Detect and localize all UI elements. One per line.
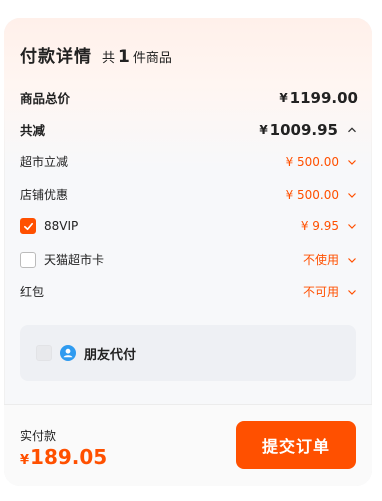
tmall-card-label: 天猫超市卡	[44, 253, 105, 267]
payment-footer: 实付款 ¥189.05 提交订单	[4, 404, 372, 486]
store-discount-row[interactable]: 店铺优惠 ¥ 500.00	[20, 186, 358, 203]
tmall-card-row[interactable]: 天猫超市卡 不使用	[20, 251, 358, 268]
red-packet-value: 不可用	[303, 283, 358, 300]
red-packet-row[interactable]: 红包 不可用	[20, 283, 358, 300]
vip-discount-row[interactable]: 88VIP ¥ 9.95	[20, 218, 358, 234]
chevron-up-icon[interactable]	[346, 124, 358, 136]
discount-total-value: ¥1009.95	[259, 121, 358, 139]
red-packet-status: 不可用	[302, 285, 339, 299]
supermarket-discount-value: ¥ 500.00	[286, 155, 358, 169]
submit-order-button[interactable]: 提交订单	[236, 421, 356, 469]
total-price-currency: ¥	[279, 90, 288, 105]
paid-amount-value: 189.05	[30, 445, 108, 469]
friend-pay-icon	[60, 345, 76, 361]
vip-discount-left: 88VIP	[20, 218, 78, 234]
supermarket-discount-amount: ¥ 500.00	[285, 154, 339, 169]
tmall-card-value: 不使用	[303, 251, 358, 268]
chevron-down-icon[interactable]	[346, 286, 358, 298]
friend-pay-option[interactable]: 朋友代付	[20, 325, 356, 381]
supermarket-discount-row[interactable]: 超市立减 ¥ 500.00	[20, 153, 358, 170]
total-price-amount: 1199.00	[289, 88, 358, 107]
item-count-suffix: 件商品	[132, 51, 172, 66]
chevron-down-icon[interactable]	[346, 220, 358, 232]
vip-discount-amount: ¥ 9.95	[300, 219, 339, 233]
item-count-value: 1	[118, 47, 130, 67]
red-packet-label: 红包	[20, 285, 45, 299]
discount-total-amount: 1009.95	[269, 120, 338, 139]
store-discount-amount: ¥ 500.00	[285, 187, 339, 202]
tmall-card-left: 天猫超市卡	[20, 251, 104, 268]
tmall-card-checkbox[interactable]	[20, 251, 36, 268]
check-icon	[23, 222, 33, 230]
friend-pay-checkbox[interactable]	[36, 345, 52, 361]
payment-details-panel: 付款详情 共 1 件商品 商品总价 ¥1199.00 共减 ¥1009.95 超市立…	[4, 18, 372, 486]
tmall-card-status: 不使用	[302, 253, 339, 267]
friend-pay-label: 朋友代付	[84, 347, 137, 363]
discount-total-currency: ¥	[259, 122, 268, 137]
item-count: 共 1 件商品	[102, 47, 172, 67]
vip-checkbox[interactable]	[20, 218, 36, 234]
payment-header: 付款详情 共 1 件商品	[20, 42, 172, 67]
vip-discount-value: ¥ 9.95	[301, 219, 358, 233]
paid-currency: ¥	[20, 453, 30, 468]
paid-label: 实付款	[20, 429, 57, 443]
store-discount-label: 店铺优惠	[20, 188, 69, 202]
discount-total-row[interactable]: 共减 ¥1009.95	[20, 120, 358, 139]
store-discount-value: ¥ 500.00	[286, 188, 358, 202]
total-price-label: 商品总价	[20, 91, 71, 106]
chevron-down-icon[interactable]	[346, 254, 358, 266]
chevron-down-icon[interactable]	[346, 156, 358, 168]
discount-total-label: 共减	[20, 123, 46, 138]
paid-amount: ¥189.05	[20, 445, 107, 469]
total-price-row: 商品总价 ¥1199.00	[20, 88, 358, 107]
item-count-prefix: 共	[102, 51, 116, 66]
chevron-down-icon[interactable]	[346, 189, 358, 201]
total-price-value: ¥1199.00	[279, 89, 358, 107]
vip-label: 88VIP	[44, 219, 79, 233]
supermarket-discount-label: 超市立减	[20, 155, 69, 169]
page-title: 付款详情	[20, 47, 92, 67]
